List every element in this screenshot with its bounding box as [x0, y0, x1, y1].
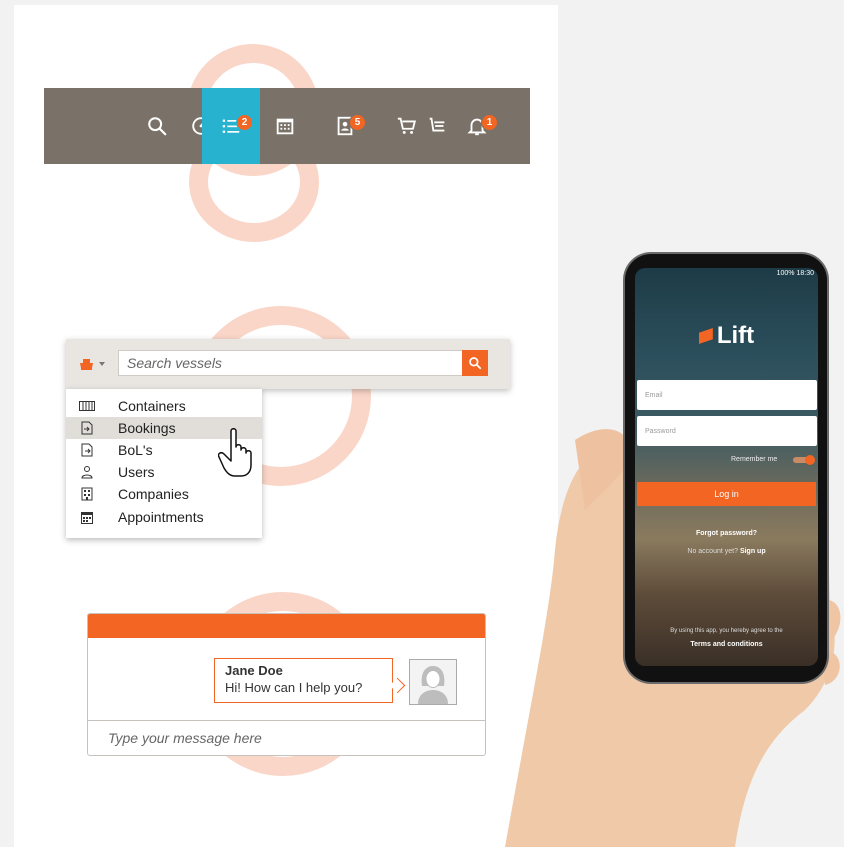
document-icon	[79, 442, 95, 458]
search-button[interactable]	[462, 350, 488, 376]
chat-message-input[interactable]: Type your message here	[88, 720, 485, 755]
vessel-type-dropdown[interactable]	[78, 353, 112, 375]
signup-link[interactable]: Sign up	[740, 548, 766, 555]
calendar-icon	[79, 509, 95, 525]
hand-pointer-icon	[218, 428, 252, 477]
chat-widget: Jane Doe Hi! How can I help you? Type yo…	[87, 613, 486, 756]
terms-link[interactable]: Terms and conditions	[635, 641, 818, 648]
menu-item-label: Users	[118, 464, 155, 480]
chevron-down-icon	[99, 362, 105, 366]
notification-badge: 1	[481, 114, 498, 131]
menu-item-companies[interactable]: Companies	[66, 483, 262, 505]
toggle-knob	[805, 455, 815, 465]
notification-badge: 5	[349, 114, 366, 131]
toolbar-notifications[interactable]: 1	[448, 88, 506, 164]
vessel-icon	[80, 358, 93, 370]
forgot-password-link[interactable]: Forgot password?	[635, 530, 818, 537]
search-icon	[148, 117, 167, 136]
menu-item-containers[interactable]: Containers	[66, 395, 262, 417]
toolbar-list[interactable]: 2	[202, 88, 260, 164]
status-bar: 100% 18:30	[776, 270, 814, 277]
menu-item-label: Companies	[118, 486, 189, 502]
female-avatar-icon	[418, 666, 448, 704]
chat-message-text: Hi! How can I help you?	[225, 680, 363, 695]
user-icon	[79, 464, 95, 480]
email-field[interactable]: Email	[637, 380, 817, 410]
no-account-text: No account yet?	[687, 548, 738, 555]
password-field[interactable]: Password	[637, 416, 817, 446]
search-icon	[469, 357, 482, 370]
menu-item-label: BoL's	[118, 442, 153, 458]
toolbar-contacts[interactable]: 5	[316, 88, 374, 164]
remember-me-toggle[interactable]	[793, 455, 815, 465]
building-icon	[79, 486, 95, 502]
toolbar-calendar[interactable]	[256, 88, 314, 164]
menu-item-label: Bookings	[118, 420, 176, 436]
chat-message-bubble: Jane Doe Hi! How can I help you?	[214, 658, 393, 703]
menu-item-label: Appointments	[118, 509, 204, 525]
menu-item-appointments[interactable]: Appointments	[66, 506, 262, 528]
notification-badge: 2	[236, 114, 253, 131]
containers-icon	[79, 398, 95, 414]
login-button[interactable]: Log in	[637, 482, 816, 506]
phone-login-screen: 100% 18:30 Lift Email Password Remember …	[635, 268, 818, 666]
terms-text: By using this app, you hereby agree to t…	[670, 628, 783, 634]
avatar	[409, 659, 457, 705]
calendar-icon	[276, 118, 294, 135]
app-name: Lift	[716, 322, 755, 349]
remember-me-label: Remember me	[731, 456, 778, 463]
vessel-search-bar: Search vessels	[66, 339, 510, 389]
inbox-icon	[429, 117, 445, 132]
menu-item-label: Containers	[118, 398, 186, 414]
chat-header[interactable]	[88, 614, 485, 638]
bookings-icon	[79, 420, 95, 436]
search-input[interactable]: Search vessels	[118, 350, 488, 376]
agent-name: Jane Doe	[225, 663, 283, 678]
lift-logo-icon	[698, 328, 713, 344]
top-toolbar: 2 5 1	[44, 88, 530, 164]
signup-prompt: No account yet? Sign up	[635, 548, 818, 555]
app-logo: Lift	[635, 322, 818, 350]
